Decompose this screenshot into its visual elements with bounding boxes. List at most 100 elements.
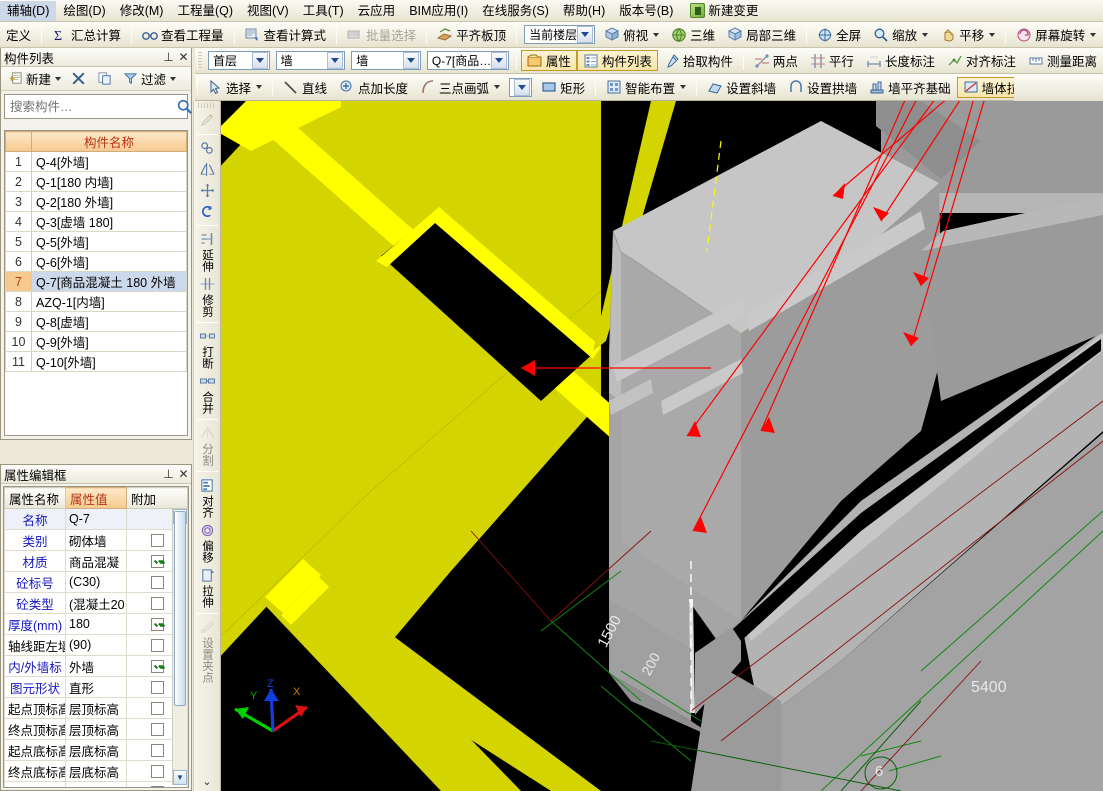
search-icon[interactable] — [176, 95, 193, 118]
chevron-down-icon[interactable] — [251, 52, 268, 69]
property-row[interactable]: 轴线距左墙 (90) — [4, 634, 188, 656]
property-value[interactable]: 层底标高 — [65, 739, 127, 761]
define-button[interactable]: 定义 — [0, 24, 37, 45]
menu-item-2[interactable]: 修改(M) — [113, 1, 171, 21]
table-row[interactable]: 7 Q-7[商品混凝土 180 外墙 — [5, 271, 187, 292]
3d-viewport[interactable]: Y X Z 1500 200 5400 6 — [221, 101, 1103, 791]
property-row[interactable]: 终点顶标高 层顶标高 — [4, 718, 188, 740]
property-row[interactable]: 厚度(mm) 180 — [4, 613, 188, 635]
component-name-cell[interactable]: Q-9[外墙] — [31, 331, 187, 352]
checkbox-icon[interactable] — [150, 744, 164, 758]
summary-calc-button[interactable]: Σ 汇总计算 — [46, 24, 127, 45]
component-select[interactable]: Q-7[商品… — [426, 51, 509, 70]
checkbox-icon[interactable] — [150, 534, 164, 548]
category-select[interactable]: 墙 — [275, 51, 346, 70]
chevron-down-icon[interactable] — [514, 78, 531, 96]
vtool-mirror[interactable] — [194, 159, 220, 180]
vtool-split[interactable]: 分割 — [194, 423, 220, 468]
wall-flush-foundation-button[interactable]: 墙平齐基础 — [863, 77, 957, 98]
pin-icon[interactable]: ⊥ — [161, 50, 176, 65]
property-row[interactable]: 是否为人防否 — [4, 781, 188, 787]
copy-component-button[interactable] — [93, 69, 117, 89]
chevron-down-icon[interactable] — [170, 76, 177, 81]
vtool-set-grip[interactable]: 设置夹点 — [194, 617, 220, 685]
view-formula-button[interactable]: 查看计算式 — [239, 24, 333, 45]
chevron-down-icon[interactable] — [402, 52, 419, 69]
table-row[interactable]: 5 Q-5[外墙] — [5, 231, 187, 252]
type-select[interactable]: 墙 — [351, 51, 421, 70]
property-value[interactable]: 直形 — [65, 676, 127, 698]
3d-scene[interactable]: Y X Z — [221, 101, 1103, 791]
checkbox-icon[interactable] — [150, 576, 164, 590]
chevron-down-icon[interactable] — [989, 32, 996, 37]
checkbox-icon[interactable] — [150, 639, 164, 653]
property-row[interactable]: 图元形状 直形 — [4, 676, 188, 698]
chevron-down-icon[interactable] — [680, 85, 687, 89]
property-value[interactable]: (90) — [65, 634, 127, 656]
component-name-cell[interactable]: Q-8[虚墙] — [31, 311, 187, 332]
property-row[interactable]: 砼类型 (混凝土20 — [4, 592, 188, 614]
property-row[interactable]: 类别 砌体墙 — [4, 529, 188, 551]
checkbox-icon[interactable] — [150, 597, 164, 611]
checkbox-icon[interactable] — [150, 765, 164, 779]
close-icon[interactable]: ✕ — [176, 467, 191, 482]
scrollbar-thumb[interactable] — [174, 511, 186, 706]
vertical-toolbar-more[interactable]: ⌄ — [202, 775, 211, 791]
new-component-button[interactable]: 新建 — [4, 67, 65, 90]
rectangle-tool-button[interactable]: 矩形 — [535, 77, 591, 98]
component-name-cell[interactable]: AZQ-1[内墙] — [31, 291, 187, 312]
pick-component-button[interactable]: 拾取构件 — [658, 50, 739, 71]
view-local-3d-button[interactable]: 局部三维 — [721, 24, 802, 45]
align-dimension-button[interactable]: 对齐标注 — [941, 50, 1022, 71]
property-row[interactable]: 名称 Q-7 — [4, 508, 188, 530]
table-row[interactable]: 3 Q-2[180 外墙] — [5, 191, 187, 212]
property-value[interactable]: 层顶标高 — [65, 697, 127, 719]
component-name-cell[interactable]: Q-4[外墙] — [31, 151, 187, 172]
toolbar-gripper[interactable] — [197, 51, 202, 70]
component-name-cell[interactable]: Q-5[外墙] — [31, 231, 187, 252]
component-name-cell[interactable]: Q-3[虚墙 180] — [31, 211, 187, 232]
vtool-trim[interactable]: 修剪 — [194, 274, 220, 319]
floor-level-select[interactable]: 首层 — [207, 51, 270, 70]
checkbox-checked-icon[interactable] — [150, 660, 164, 674]
set-arch-wall-button[interactable]: 设置拱墙 — [782, 77, 863, 98]
property-value[interactable]: 否 — [65, 781, 127, 787]
chevron-down-icon[interactable] — [1090, 32, 1097, 37]
close-icon[interactable]: ✕ — [176, 50, 191, 65]
menu-item-10[interactable]: 版本号(B) — [612, 1, 680, 21]
checkbox-icon[interactable] — [150, 702, 164, 716]
filter-button[interactable]: 过滤 — [119, 67, 180, 90]
vtool-align[interactable]: 对齐 — [194, 475, 220, 520]
property-row[interactable]: 砼标号 (C30) — [4, 571, 188, 593]
table-row[interactable]: 6 Q-6[外墙] — [5, 251, 187, 272]
view-top-button[interactable]: 俯视 — [598, 24, 665, 45]
chevron-down-icon[interactable] — [256, 85, 263, 89]
menu-item-4[interactable]: 视图(V) — [240, 1, 296, 21]
delete-component-button[interactable] — [67, 69, 91, 89]
menu-item-5[interactable]: 工具(T) — [296, 1, 351, 21]
vtool-move[interactable] — [194, 180, 220, 201]
property-grid[interactable]: 属性名称 属性值 附加 名称 Q-7 类别 砌体墙 材质 商品混凝 砼标号 (C30) 砼类型(… — [3, 486, 189, 788]
vtool-break[interactable]: 打断 — [194, 326, 220, 371]
new-change-button[interactable]: 新建变更 — [686, 2, 764, 20]
floor-select[interactable]: 当前楼层 — [524, 25, 596, 44]
point-add-length-button[interactable]: 点加长度 — [333, 77, 414, 98]
toolbar-gripper[interactable] — [197, 78, 198, 96]
pin-icon[interactable]: ⊥ — [161, 467, 176, 482]
checkbox-icon[interactable] — [150, 681, 164, 695]
pan-button[interactable]: 平移 — [934, 24, 1001, 45]
view-quantity-button[interactable]: 查看工程量 — [136, 24, 230, 45]
menu-item-0[interactable]: 辅轴(D) — [0, 0, 57, 21]
menu-item-8[interactable]: 在线服务(S) — [475, 1, 556, 21]
property-value[interactable]: 层顶标高 — [65, 718, 127, 740]
property-value[interactable]: 层底标高 — [65, 760, 127, 782]
vtool-extend[interactable]: 延伸 — [194, 229, 220, 274]
property-value[interactable]: 砌体墙 — [65, 529, 127, 551]
flush-slab-top-button[interactable]: 平齐板顶 — [431, 24, 512, 45]
component-list-button[interactable]: 构件列表 — [576, 50, 658, 71]
checkbox-icon[interactable] — [150, 786, 164, 787]
component-name-cell[interactable]: Q-2[180 外墙] — [31, 191, 187, 212]
component-name-cell[interactable]: Q-7[商品混凝土 180 外墙 — [31, 271, 187, 292]
screen-rotate-button[interactable]: 屏幕旋转 — [1010, 24, 1102, 45]
chevron-down-icon[interactable] — [327, 52, 344, 69]
